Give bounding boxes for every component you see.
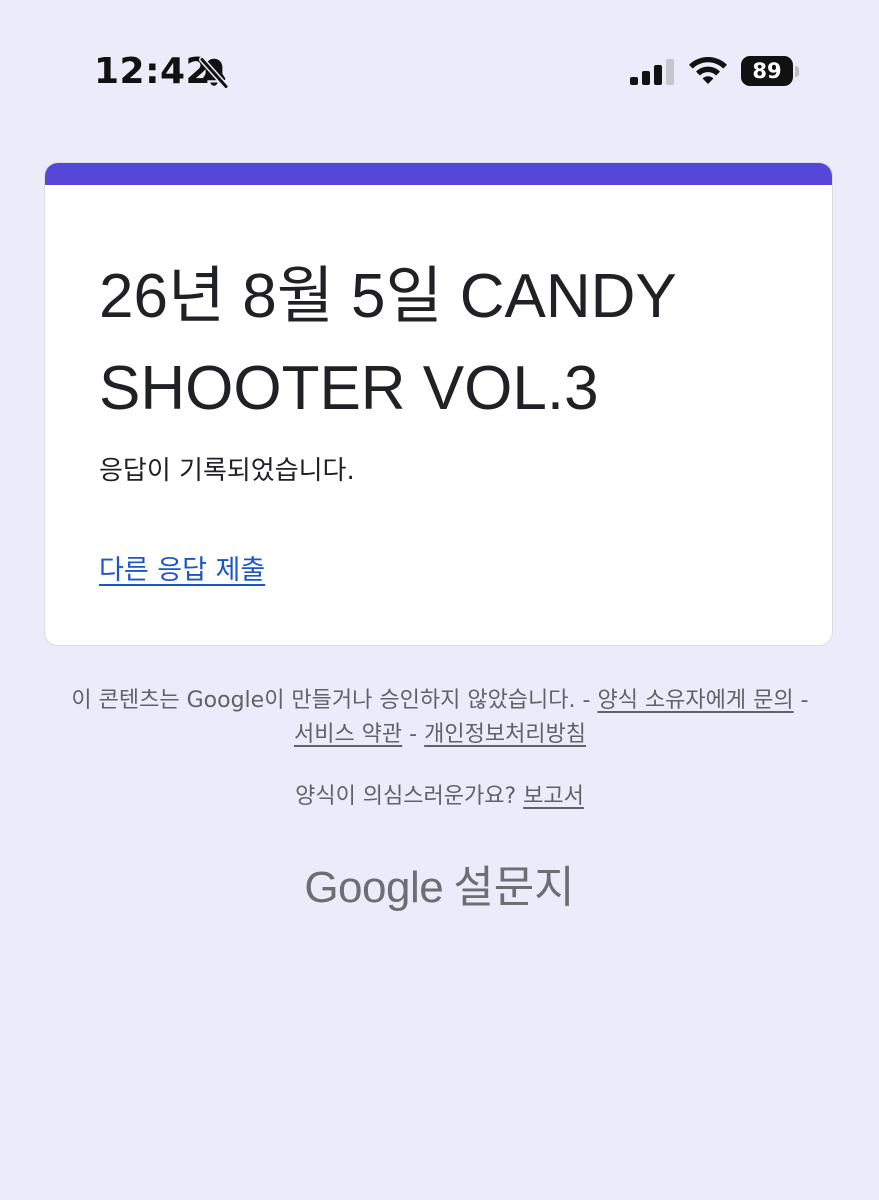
report-question: 양식이 의심스러운가요?	[295, 784, 517, 809]
report-link[interactable]: 보고서	[523, 784, 584, 809]
cellular-signal-icon	[630, 59, 674, 85]
google-forms-logo[interactable]: Google 설문지	[0, 856, 879, 920]
disclaimer-text: 이 콘텐츠는 Google이 만들거나 승인하지 않았습니다.	[71, 688, 576, 713]
status-bar: 12:42 89	[0, 0, 879, 140]
confirmation-message: 응답이 기록되었습니다.	[99, 456, 355, 486]
report-abuse-line: 양식이 의심스러운가요? 보고서	[0, 780, 879, 814]
status-time: 12:42	[94, 51, 212, 92]
contact-form-owner-link[interactable]: 양식 소유자에게 문의	[597, 688, 793, 713]
forms-product-name: 설문지	[453, 862, 575, 913]
wifi-icon	[689, 57, 727, 84]
card-accent-bar	[45, 163, 832, 185]
separator: -	[793, 688, 809, 713]
submit-another-response-link[interactable]: 다른 응답 제출	[99, 553, 265, 589]
separator: -	[402, 722, 425, 747]
bell-slash-icon	[199, 56, 229, 90]
confirmation-card: 26년 8월 5일 CANDY SHOOTER VOL.3 응답이 기록되었습니…	[44, 162, 833, 646]
footer-disclaimer: 이 콘텐츠는 Google이 만들거나 승인하지 않았습니다. - 양식 소유자…	[60, 684, 820, 752]
battery-icon: 89	[741, 56, 799, 88]
battery-nub	[795, 66, 799, 77]
terms-of-service-link[interactable]: 서비스 약관	[294, 722, 402, 747]
battery-level: 89	[741, 56, 793, 86]
privacy-policy-link[interactable]: 개인정보처리방침	[424, 722, 586, 747]
form-title: 26년 8월 5일 CANDY SHOOTER VOL.3	[99, 262, 676, 423]
separator: -	[575, 688, 598, 713]
google-wordmark: Google	[304, 863, 444, 912]
